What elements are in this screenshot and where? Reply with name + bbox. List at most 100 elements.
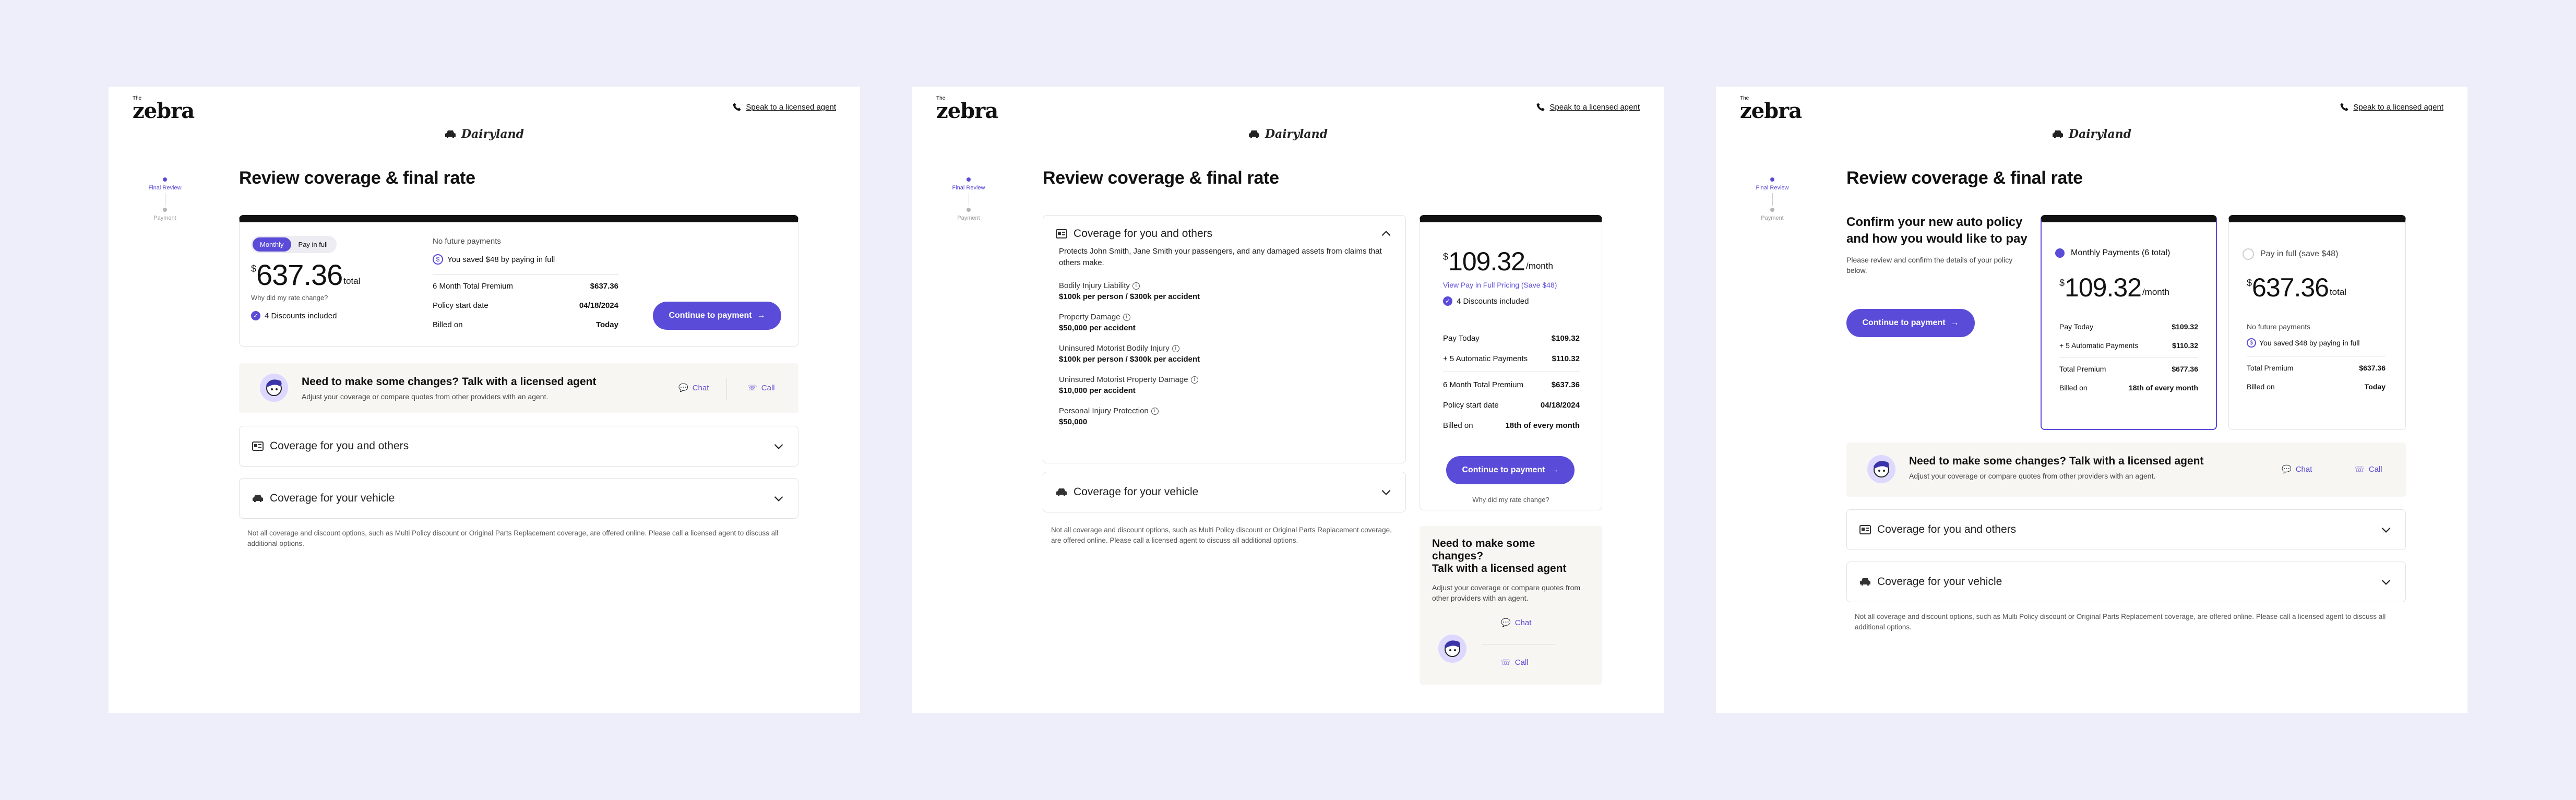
agent-help-banner: Need to make some changes? Talk with a l… [239, 363, 798, 413]
row-value: 04/18/2024 [1540, 401, 1580, 410]
check-icon: ✓ [1443, 296, 1452, 306]
radio-selected[interactable] [2055, 248, 2065, 258]
carrier-name: Dairyland [461, 127, 524, 141]
continue-to-payment-button[interactable]: Continue to payment → [1846, 309, 1975, 337]
accordion-title: Coverage for you and others [1074, 228, 1213, 240]
row-value: 18th of every month [2128, 384, 2198, 392]
accordion-coverage-vehicle[interactable]: Coverage for your vehicle [1043, 472, 1406, 512]
zebra-logo[interactable]: The zebra [1740, 96, 1802, 123]
call-button[interactable]: ☏ Call [2355, 464, 2382, 474]
row-value: 04/18/2024 [579, 301, 618, 310]
accordion-header[interactable]: Coverage for you and others [1043, 216, 1405, 241]
chevron-up-icon [1381, 231, 1391, 236]
pay-frequency-toggle[interactable]: Monthly Pay in full [251, 236, 337, 253]
row-value: Today [2364, 383, 2386, 391]
no-future-payments: No future payments [2247, 323, 2311, 331]
option-header: Monthly Payments (6 total) [2055, 248, 2170, 258]
price-amount: 637.36 [2252, 273, 2329, 302]
full-price: $ 637.36 total [2247, 274, 2346, 301]
screen-review-monthly: The zebra Speak to a licensed agent Dair… [109, 87, 860, 713]
info-icon[interactable]: i [1123, 313, 1130, 321]
logo-name: zebra [936, 99, 998, 123]
row-label: Pay Today [1443, 334, 1480, 343]
accordion-title: Coverage for you and others [270, 440, 409, 452]
info-icon[interactable]: i [1132, 282, 1140, 290]
why-rate-link[interactable]: Why did my rate change? [1420, 496, 1602, 504]
row-premium: 6 Month Total Premium $637.36 [433, 282, 618, 291]
car-icon [445, 130, 456, 138]
car-icon [253, 495, 263, 502]
toggle-monthly[interactable]: Monthly [253, 237, 291, 252]
carrier-logo: Dairyland [1716, 127, 2467, 141]
price-currency: $ [1443, 252, 1449, 262]
toggle-pay-in-full[interactable]: Pay in full [291, 237, 335, 252]
page-title: Review coverage & final rate [1846, 168, 2083, 188]
disclaimer-text: Not all coverage and discount options, s… [247, 529, 779, 547]
step-dot-active [967, 177, 971, 182]
speak-to-agent-link[interactable]: Speak to a licensed agent [2340, 102, 2443, 112]
accordion-title: Coverage for your vehicle [270, 492, 395, 504]
id-card-icon [1859, 525, 1871, 534]
coverage-value: $100k per person / $300k per accident [1059, 355, 1200, 364]
radio-unselected[interactable] [2243, 248, 2254, 260]
step-final-review: Final Review [148, 185, 182, 191]
option-monthly-card[interactable]: Monthly Payments (6 total) $ 109.32 /mon… [2041, 215, 2217, 430]
row-value: $637.36 [1551, 380, 1580, 389]
action-divider [726, 378, 727, 400]
step-dot-inactive [163, 208, 167, 212]
info-icon[interactable]: i [1172, 344, 1179, 352]
accordion-coverage-vehicle[interactable]: Coverage for your vehicle [1846, 562, 2406, 602]
id-card-icon [1056, 229, 1067, 238]
continue-to-payment-button[interactable]: Continue to payment → [1446, 456, 1575, 484]
coverage-list: Bodily Injury Liability i $100k per person… [1043, 269, 1405, 426]
info-icon[interactable]: i [1190, 376, 1198, 384]
phone-icon: ☏ [1501, 658, 1511, 667]
call-button[interactable]: ☏ Call [1501, 658, 1529, 667]
step-final-review: Final Review [952, 185, 985, 191]
row-value: $637.36 [2359, 364, 2386, 372]
price-unit: /month [1525, 261, 1553, 271]
progress-stepper: Final Review Payment [144, 177, 186, 223]
chat-button[interactable]: 💬 Chat [678, 383, 709, 393]
coverage-label: Uninsured Motorist Bodily Injury [1059, 344, 1170, 353]
arrow-right-icon: → [1950, 318, 1959, 327]
accordion-coverage-others[interactable]: Coverage for you and others [1846, 509, 2406, 550]
carrier-name: Dairyland [1265, 127, 1328, 141]
why-rate-link[interactable]: Why did my rate change? [251, 294, 360, 302]
speak-to-agent-link[interactable]: Speak to a licensed agent [1536, 102, 1640, 112]
chat-button[interactable]: 💬 Chat [1501, 618, 1531, 628]
coverage-label: Property Damage [1059, 313, 1120, 321]
option-pay-in-full-card[interactable]: Pay in full (save $48) $ 637.36 total No… [2228, 215, 2406, 430]
coverage-item: Uninsured Motorist Bodily Injury i $100k p… [1059, 344, 1390, 364]
continue-to-payment-button[interactable]: Continue to payment → [653, 302, 781, 330]
chevron-down-icon [774, 444, 783, 449]
row-value: $110.32 [2172, 341, 2198, 350]
agent-help-banner: Need to make some changes? Talk with a l… [1846, 443, 2406, 497]
confirm-title: Confirm your new auto policy and how you… [1846, 215, 2028, 246]
coverage-value: $100k per person / $300k per accident [1059, 292, 1200, 301]
info-icon[interactable]: i [1151, 407, 1159, 415]
monthly-price: $ 109.32 /month [1443, 248, 1557, 274]
zebra-logo[interactable]: The zebra [133, 96, 195, 122]
row-start-date: Policy start date 04/18/2024 [433, 301, 618, 310]
accordion-coverage-vehicle[interactable]: Coverage for your vehicle [239, 478, 798, 519]
step-dot-inactive [967, 208, 971, 212]
carrier-logo: Dairyland [109, 127, 860, 141]
row-value: $637.36 [590, 282, 618, 291]
step-payment: Payment [957, 215, 980, 221]
logo-name: zebra [1740, 99, 1802, 123]
help-title: Need to make some changes? Talk with a l… [302, 376, 597, 388]
call-button[interactable]: ☏ Call [747, 383, 775, 393]
chat-button[interactable]: 💬 Chat [2282, 464, 2312, 474]
coverage-item: Uninsured Motorist Property Damage i $10,0… [1059, 375, 1390, 395]
accordion-coverage-others[interactable]: Coverage for you and others [239, 426, 798, 467]
price-breakdown: Pay Today $109.32 + 5 Automatic Payments $… [1443, 334, 1580, 430]
coverage-item: Property Damage i $50,000 per accident [1059, 313, 1390, 332]
view-pay-in-full-link[interactable]: View Pay in Full Pricing (Save $48) [1443, 281, 1557, 289]
dollar-icon: $ [2247, 338, 2256, 348]
zebra-logo[interactable]: The zebra [936, 96, 998, 123]
row-auto-payments: + 5 Automatic Payments $110.32 [1443, 354, 1580, 363]
carrier-logo: Dairyland [912, 127, 1664, 141]
row-auto-payments: + 5 Automatic Payments $110.32 [2059, 341, 2198, 350]
speak-to-agent-link[interactable]: Speak to a licensed agent [732, 102, 836, 112]
